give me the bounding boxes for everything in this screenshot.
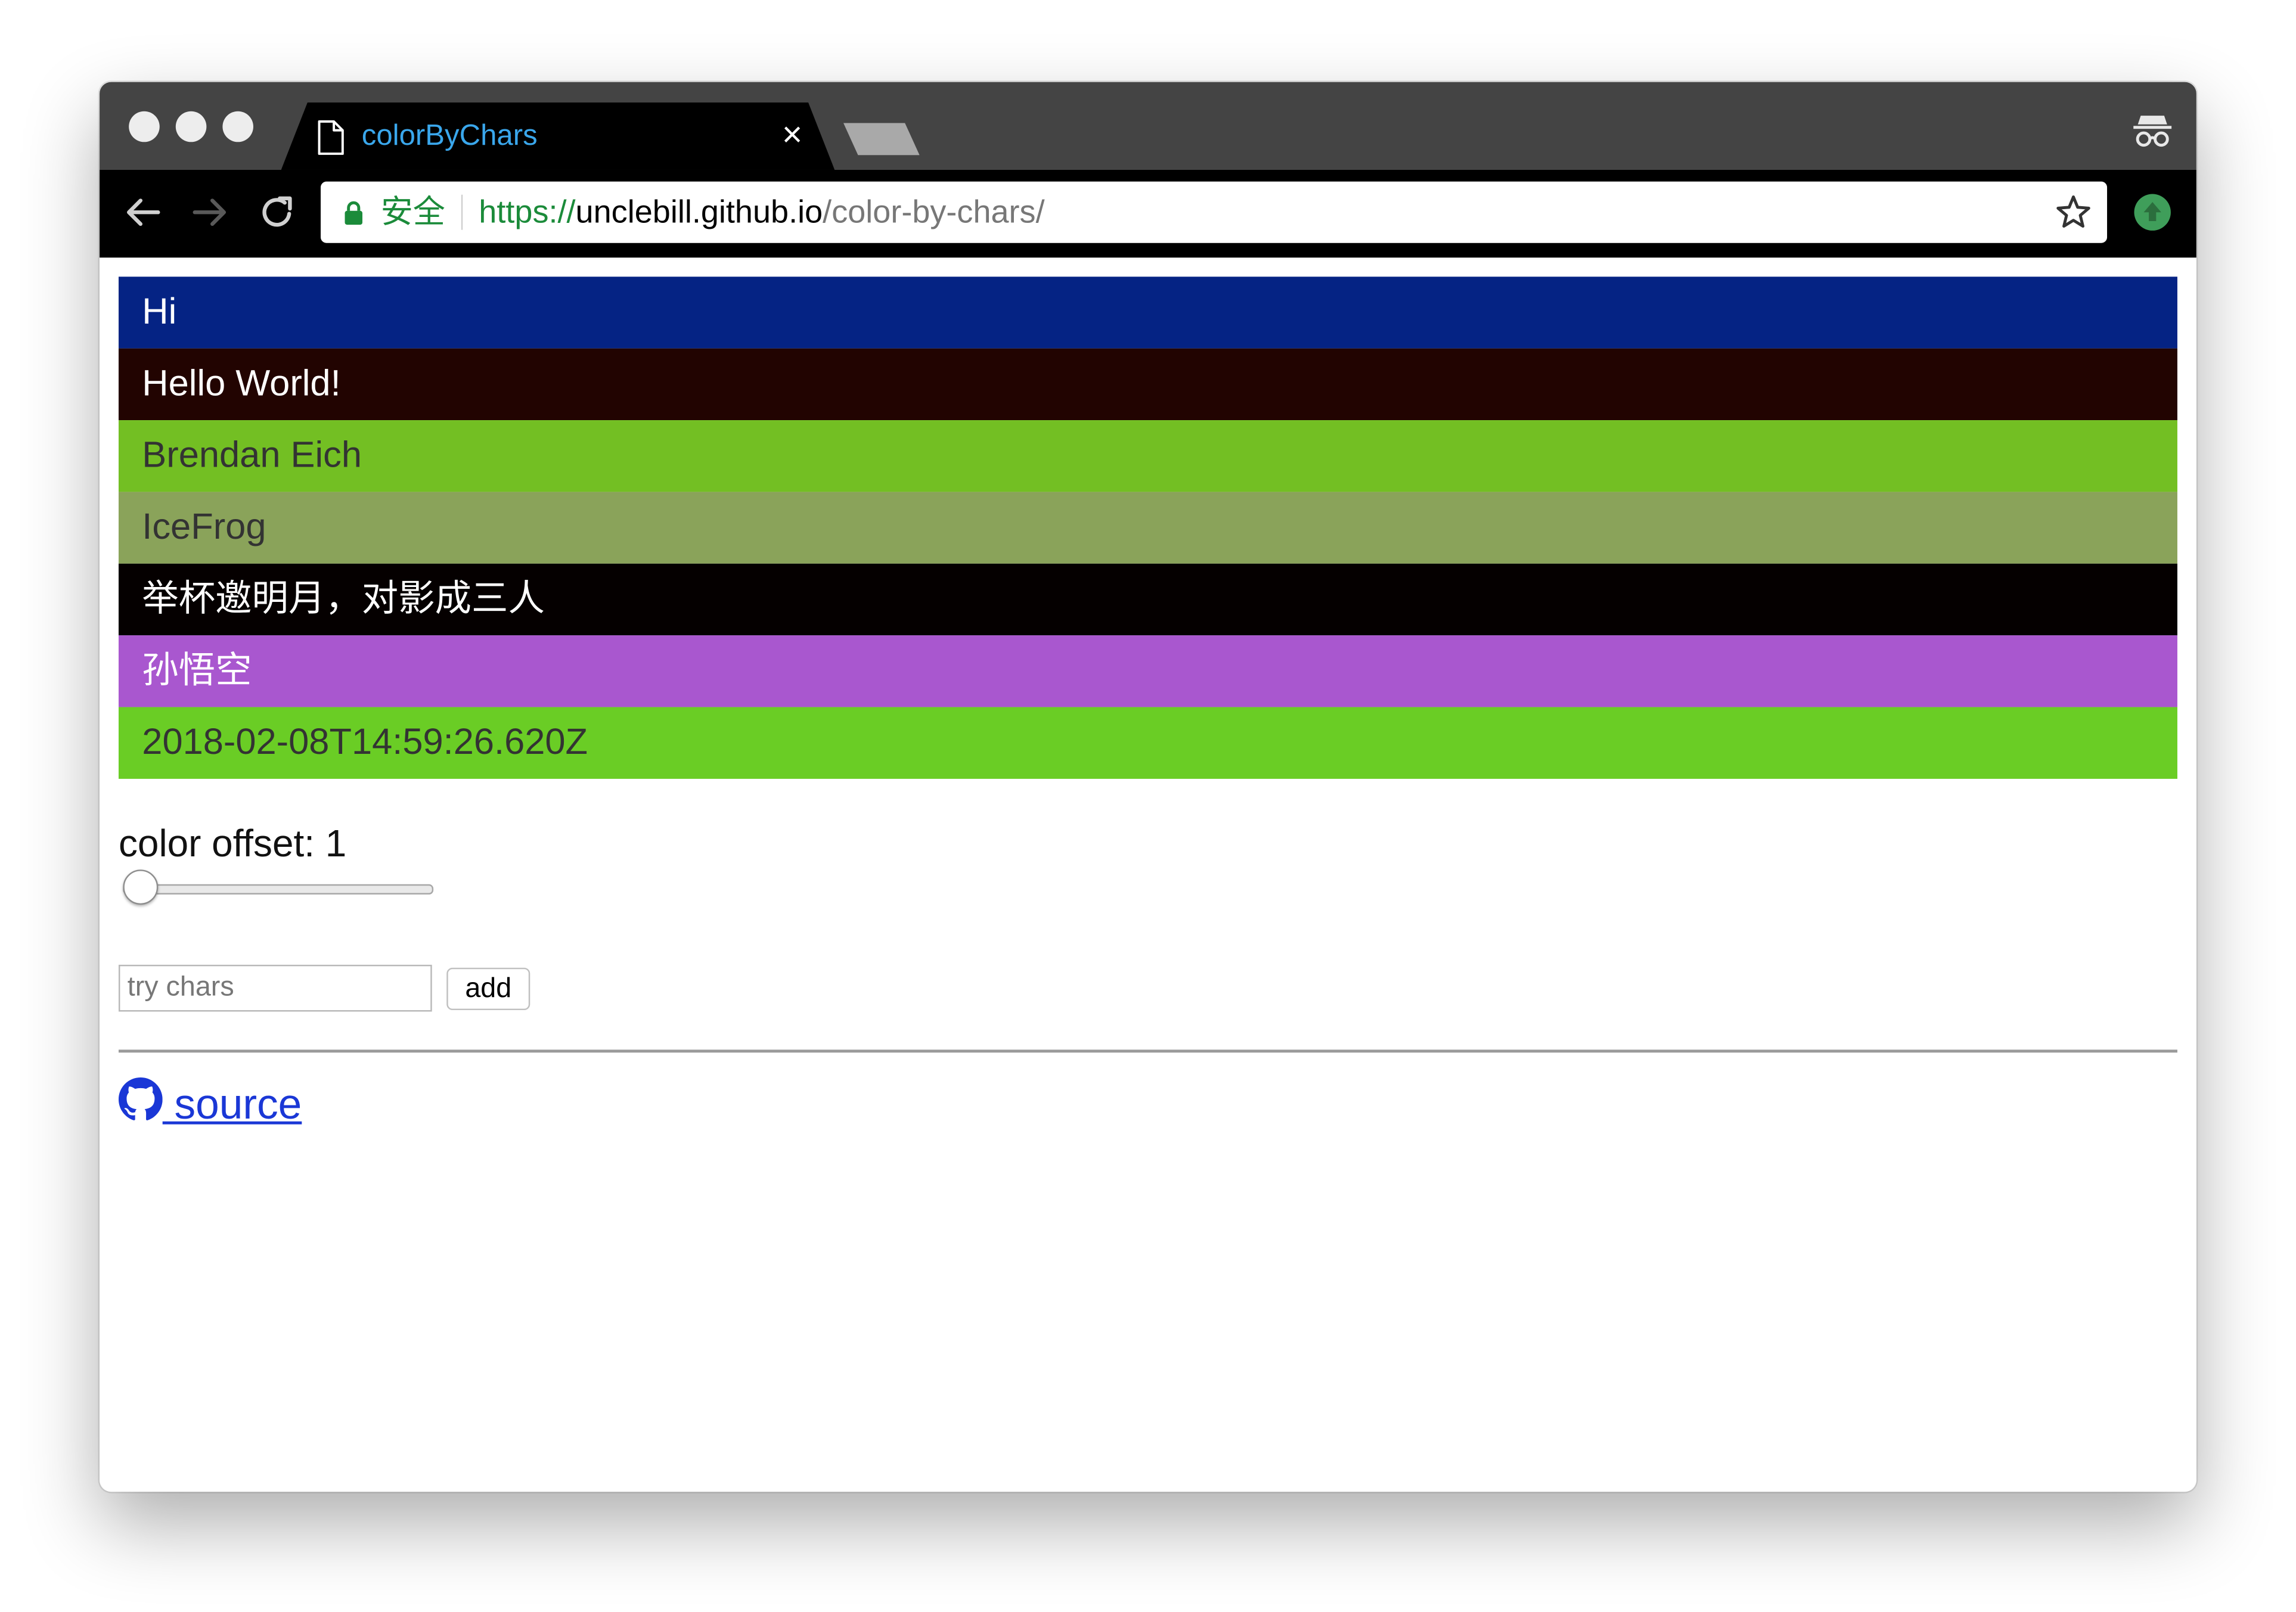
minimize-window-button[interactable] (175, 111, 207, 142)
row-text: Brendan Eich (142, 434, 362, 476)
lock-icon (345, 201, 363, 225)
github-icon (118, 1077, 163, 1120)
color-offset-slider[interactable] (123, 884, 434, 894)
color-row: Hello World! (118, 348, 2177, 421)
try-chars-input[interactable] (118, 964, 432, 1012)
source-label: source (162, 1082, 302, 1129)
back-arrow-icon[interactable] (122, 190, 166, 234)
browser-window: colorByChars × 安全 https://unclebill.gith… (100, 82, 2196, 1492)
add-button[interactable]: add (446, 967, 530, 1011)
row-text: 2018-02-08T14:59:26.620Z (142, 722, 588, 763)
url-host: unclebill.github.io (575, 193, 823, 230)
row-text: Hi (142, 291, 177, 333)
extension-icon[interactable] (2133, 193, 2171, 231)
page-content: Hi Hello World! Brendan Eich IceFrog 举杯邀… (100, 257, 2196, 1492)
star-icon[interactable] (2055, 193, 2093, 231)
address-bar[interactable]: 安全 https://unclebill.github.io/color-by-… (320, 181, 2108, 243)
url-scheme: https:// (479, 193, 576, 230)
reload-icon[interactable] (255, 190, 299, 234)
url-path: /color-by-chars/ (823, 193, 1045, 230)
row-text: 举杯邀明月，对影成三人 (142, 578, 545, 620)
close-icon[interactable]: × (782, 116, 802, 156)
separator (461, 194, 463, 230)
row-text: Hello World! (142, 363, 341, 405)
row-text: 孙悟空 (142, 650, 252, 691)
tab-colorbychars[interactable]: colorByChars × (281, 102, 835, 170)
color-row: 孙悟空 (118, 635, 2177, 707)
slider-thumb[interactable] (123, 869, 159, 905)
source-link[interactable]: source (118, 1077, 302, 1130)
security-label: 安全 (380, 193, 445, 230)
forward-arrow-icon[interactable] (187, 190, 231, 234)
screenshot-stage: colorByChars × 安全 https://unclebill.gith… (0, 0, 2296, 1612)
color-row: 举杯邀明月，对影成三人 (118, 563, 2177, 636)
row-text: IceFrog (142, 506, 266, 548)
color-row: Hi (118, 277, 2177, 349)
color-row: 2018-02-08T14:59:26.620Z (118, 707, 2177, 779)
url-text[interactable]: https://unclebill.github.io/color-by-cha… (479, 192, 1044, 233)
close-window-button[interactable] (129, 111, 160, 142)
color-offset-label: color offset: 1 (118, 821, 347, 865)
color-row: IceFrog (118, 492, 2177, 564)
color-row: Brendan Eich (118, 420, 2177, 492)
incognito-icon (2133, 116, 2172, 147)
title-bar: colorByChars × (100, 82, 2196, 170)
divider (118, 1049, 2177, 1053)
page-icon (318, 120, 344, 155)
zoom-window-button[interactable] (222, 111, 253, 142)
new-tab-button[interactable] (843, 123, 920, 156)
tab-title: colorByChars (361, 120, 538, 153)
